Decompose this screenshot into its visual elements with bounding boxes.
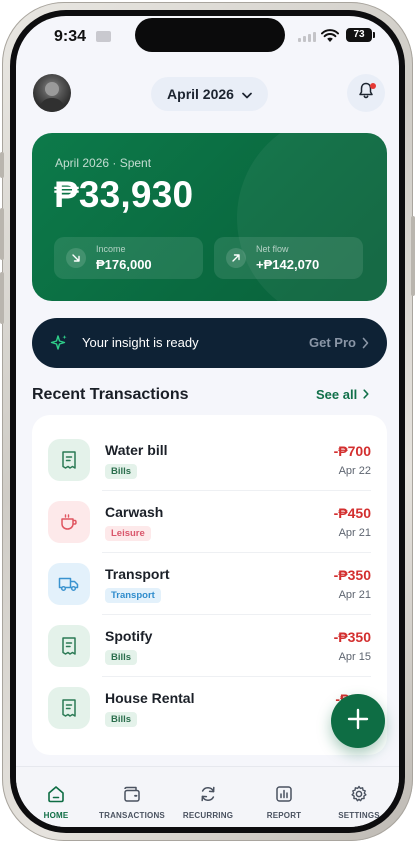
receipt-icon bbox=[48, 687, 90, 729]
cup-icon bbox=[48, 501, 90, 543]
power-button bbox=[411, 216, 415, 296]
spending-summary-card: April 2026 · Spent ₱33,930 Income ₱176,0… bbox=[32, 133, 387, 301]
transaction-amount: -₱350 bbox=[333, 629, 371, 645]
refresh-icon bbox=[197, 783, 219, 805]
volume-up-button bbox=[0, 208, 4, 260]
status-bar: 9:34 73 bbox=[16, 16, 399, 62]
transaction-row[interactable]: Spotify Bills -₱350 Apr 15 bbox=[32, 615, 387, 677]
report-icon bbox=[273, 783, 295, 805]
gear-icon bbox=[348, 783, 370, 805]
home-icon bbox=[45, 783, 67, 805]
cellular-signal-icon bbox=[298, 32, 316, 42]
category-tag: Bills bbox=[105, 712, 138, 727]
net-flow-stat: Net flow +₱142,070 bbox=[214, 237, 363, 279]
status-time: 9:34 bbox=[54, 28, 87, 45]
see-all-link[interactable]: See all bbox=[316, 387, 369, 402]
bottom-navigation: HOME TRANSACTIONS RECURRING REPORT SETTI… bbox=[16, 766, 399, 827]
transaction-date: Apr 15 bbox=[338, 651, 371, 663]
sparkle-icon bbox=[49, 333, 69, 358]
transaction-amount: -₱450 bbox=[333, 505, 371, 521]
net-flow-value: +₱142,070 bbox=[256, 257, 320, 272]
nav-report[interactable]: REPORT bbox=[246, 783, 322, 820]
transaction-date: Apr 22 bbox=[338, 465, 371, 477]
transaction-name: Water bill bbox=[105, 442, 168, 458]
receipt-icon bbox=[48, 625, 90, 667]
transaction-date: Apr 21 bbox=[338, 527, 371, 539]
wallet-icon bbox=[121, 783, 143, 805]
nav-settings[interactable]: SETTINGS bbox=[321, 783, 397, 820]
wifi-icon bbox=[321, 29, 339, 48]
transaction-row[interactable]: Carwash Leisure -₱450 Apr 21 bbox=[32, 491, 387, 553]
nav-label: SETTINGS bbox=[338, 811, 380, 820]
income-value: ₱176,000 bbox=[96, 257, 152, 272]
notification-badge bbox=[370, 83, 376, 89]
chevron-down-icon bbox=[242, 86, 252, 102]
transaction-name: Transport bbox=[105, 566, 170, 582]
volume-down-button bbox=[0, 272, 4, 324]
transaction-amount: -₱700 bbox=[333, 443, 371, 459]
transactions-list: Water bill Bills -₱700 Apr 22 Carwash Le… bbox=[32, 415, 387, 755]
chevron-right-icon bbox=[363, 387, 369, 402]
nav-label: HOME bbox=[43, 811, 69, 820]
screen-mirror-icon bbox=[96, 31, 111, 42]
nav-home[interactable]: HOME bbox=[18, 783, 94, 820]
user-avatar[interactable] bbox=[33, 74, 71, 112]
month-label: April 2026 bbox=[167, 86, 234, 102]
nav-label: RECURRING bbox=[182, 811, 234, 820]
nav-label: TRANSACTIONS bbox=[99, 811, 165, 820]
transaction-name: Spotify bbox=[105, 628, 153, 644]
notifications-button[interactable] bbox=[347, 74, 385, 112]
income-label: Income bbox=[96, 244, 126, 254]
add-transaction-button[interactable] bbox=[331, 694, 385, 748]
recent-transactions-title: Recent Transactions bbox=[32, 386, 189, 403]
transaction-name: Carwash bbox=[105, 504, 164, 520]
nav-label: REPORT bbox=[266, 811, 302, 820]
truck-icon bbox=[48, 563, 90, 605]
transaction-row[interactable]: Transport Transport -₱350 Apr 21 bbox=[32, 553, 387, 615]
summary-period-label: April 2026 · Spent bbox=[55, 156, 152, 170]
insight-message: Your insight is ready bbox=[82, 335, 199, 350]
nav-recurring[interactable]: RECURRING bbox=[170, 783, 246, 820]
get-pro-link[interactable]: Get Pro bbox=[309, 335, 356, 350]
month-selector[interactable]: April 2026 bbox=[151, 77, 268, 111]
category-tag: Bills bbox=[105, 650, 138, 665]
receipt-icon bbox=[48, 439, 90, 481]
dynamic-island bbox=[135, 18, 285, 52]
transaction-amount: -₱350 bbox=[333, 567, 371, 583]
phone-frame: 9:34 73 April 2026 April 2026 · Spent ₱3… bbox=[0, 2, 415, 841]
transaction-row[interactable]: Water bill Bills -₱700 Apr 22 bbox=[32, 429, 387, 491]
net-flow-label: Net flow bbox=[256, 244, 289, 254]
arrow-down-right-icon bbox=[66, 248, 86, 268]
chevron-right-icon bbox=[362, 336, 369, 354]
plus-icon bbox=[347, 708, 369, 735]
income-stat: Income ₱176,000 bbox=[54, 237, 203, 279]
see-all-label: See all bbox=[316, 387, 358, 402]
action-button bbox=[0, 152, 4, 178]
category-tag: Leisure bbox=[105, 526, 151, 541]
total-spent: ₱33,930 bbox=[54, 174, 194, 215]
transaction-name: House Rental bbox=[105, 690, 195, 706]
app-screen: 9:34 73 April 2026 April 2026 · Spent ₱3… bbox=[16, 16, 399, 827]
transaction-date: Apr 21 bbox=[338, 589, 371, 601]
category-tag: Transport bbox=[105, 588, 161, 603]
insight-banner[interactable]: Your insight is ready Get Pro bbox=[32, 318, 387, 368]
category-tag: Bills bbox=[105, 464, 138, 479]
battery-indicator: 73 bbox=[346, 28, 375, 42]
nav-transactions[interactable]: TRANSACTIONS bbox=[94, 783, 170, 820]
arrow-up-right-icon bbox=[226, 248, 246, 268]
